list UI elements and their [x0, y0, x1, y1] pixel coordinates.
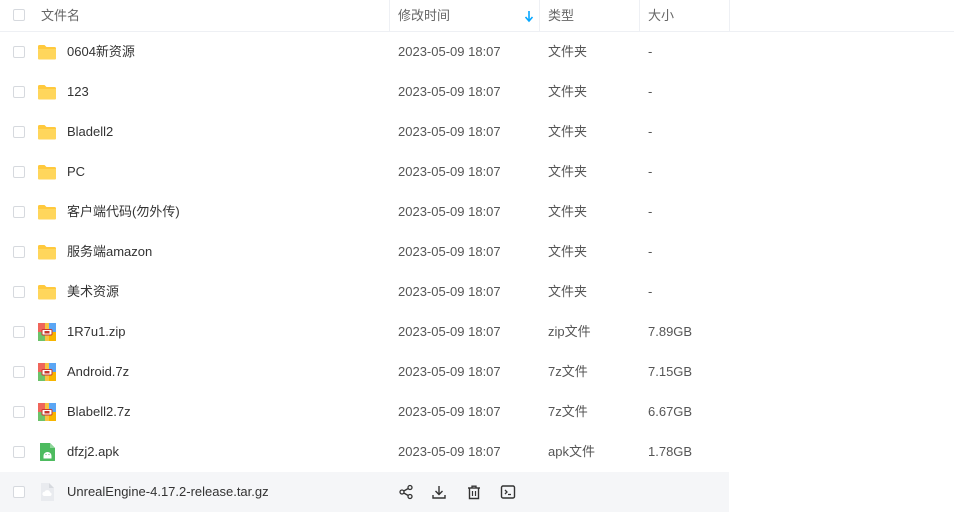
file-type: 文件夹	[548, 284, 588, 299]
file-name[interactable]: 1R7u1.zip	[67, 312, 126, 352]
table-row[interactable]: Bladell2 2023-05-09 18:07 文件夹 -	[0, 112, 954, 152]
file-type: 文件夹	[548, 44, 588, 59]
archive-icon	[37, 322, 57, 342]
file-name[interactable]: Android.7z	[67, 352, 129, 392]
modified-time: 2023-05-09 18:07	[398, 44, 501, 59]
file-name[interactable]: dfzj2.apk	[67, 432, 119, 472]
table-row[interactable]: PC 2023-05-09 18:07 文件夹 -	[0, 152, 954, 192]
row-checkbox[interactable]	[13, 486, 25, 498]
header-modified[interactable]: 修改时间	[398, 0, 450, 31]
folder-icon	[37, 282, 57, 302]
delete-icon[interactable]	[466, 484, 482, 500]
table-row[interactable]: 服务端amazon 2023-05-09 18:07 文件夹 -	[0, 232, 954, 272]
modified-time: 2023-05-09 18:07	[398, 324, 501, 339]
folder-icon	[37, 242, 57, 262]
file-name[interactable]: UnrealEngine-4.17.2-release.tar.gz	[67, 472, 269, 512]
file-type: 文件夹	[548, 244, 588, 259]
modified-time: 2023-05-09 18:07	[398, 284, 501, 299]
folder-icon	[37, 42, 57, 62]
row-checkbox[interactable]	[13, 326, 25, 338]
file-size: -	[648, 244, 653, 259]
archive-icon	[37, 362, 57, 382]
sort-descending-icon[interactable]	[524, 9, 534, 23]
column-divider[interactable]	[539, 0, 540, 31]
row-checkbox[interactable]	[13, 46, 25, 58]
table-row[interactable]: 美术资源 2023-05-09 18:07 文件夹 -	[0, 272, 954, 312]
modified-time: 2023-05-09 18:07	[398, 444, 501, 459]
column-divider[interactable]	[389, 0, 390, 31]
file-name[interactable]: 美术资源	[67, 272, 119, 312]
modified-time: 2023-05-09 18:07	[398, 404, 501, 419]
table-row[interactable]: Blabell2.7z 2023-05-09 18:07 7z文件 6.67GB	[0, 392, 954, 432]
file-name[interactable]: PC	[67, 152, 85, 192]
download-icon[interactable]	[431, 484, 447, 500]
share-icon[interactable]	[398, 484, 414, 500]
row-checkbox[interactable]	[13, 246, 25, 258]
file-type: 文件夹	[548, 124, 588, 139]
file-size: 6.67GB	[648, 404, 693, 419]
modified-time: 2023-05-09 18:07	[398, 204, 501, 219]
row-checkbox[interactable]	[13, 366, 25, 378]
file-name[interactable]: Bladell2	[67, 112, 113, 152]
table-row-hovered[interactable]: UnrealEngine-4.17.2-release.tar.gz	[0, 472, 729, 512]
modified-time: 2023-05-09 18:07	[398, 124, 501, 139]
file-type: 文件夹	[548, 164, 588, 179]
column-divider[interactable]	[729, 0, 730, 31]
header-size[interactable]: 大小	[648, 0, 674, 31]
column-divider[interactable]	[639, 0, 640, 31]
file-size: 7.15GB	[648, 364, 693, 379]
file-type: 7z文件	[548, 404, 588, 419]
table-header: 文件名 修改时间 类型 大小	[0, 0, 954, 32]
file-size: 7.89GB	[648, 324, 693, 339]
more-actions-icon[interactable]	[500, 484, 516, 500]
file-size: -	[648, 204, 653, 219]
folder-icon	[37, 162, 57, 182]
row-checkbox[interactable]	[13, 446, 25, 458]
row-checkbox[interactable]	[13, 166, 25, 178]
table-row[interactable]: Android.7z 2023-05-09 18:07 7z文件 7.15GB	[0, 352, 954, 392]
select-all-checkbox[interactable]	[13, 9, 25, 21]
header-type[interactable]: 类型	[548, 0, 574, 31]
file-type: 文件夹	[548, 84, 588, 99]
modified-time: 2023-05-09 18:07	[398, 164, 501, 179]
folder-icon	[37, 202, 57, 222]
file-type: zip文件	[548, 324, 591, 339]
file-size: -	[648, 124, 653, 139]
modified-time: 2023-05-09 18:07	[398, 84, 501, 99]
file-size: -	[648, 164, 653, 179]
cloud-file-icon	[37, 482, 57, 502]
file-type: 7z文件	[548, 364, 588, 379]
row-checkbox[interactable]	[13, 206, 25, 218]
folder-icon	[37, 82, 57, 102]
header-name[interactable]: 文件名	[41, 0, 80, 31]
table-row[interactable]: 1R7u1.zip 2023-05-09 18:07 zip文件 7.89GB	[0, 312, 954, 352]
file-name[interactable]: Blabell2.7z	[67, 392, 131, 432]
file-size: -	[648, 284, 653, 299]
file-name[interactable]: 客户端代码(勿外传)	[67, 192, 180, 232]
row-checkbox[interactable]	[13, 126, 25, 138]
file-list-table: 文件名 修改时间 类型 大小 0604新资源 2023-05-09 18:07 文件…	[0, 0, 954, 512]
table-row[interactable]: 客户端代码(勿外传) 2023-05-09 18:07 文件夹 -	[0, 192, 954, 232]
file-name[interactable]: 123	[67, 72, 89, 112]
file-name[interactable]: 0604新资源	[67, 32, 135, 72]
file-size: -	[648, 84, 653, 99]
row-checkbox[interactable]	[13, 86, 25, 98]
file-size: -	[648, 44, 653, 59]
file-size: 1.78GB	[648, 444, 693, 459]
file-type: apk文件	[548, 444, 595, 459]
row-checkbox[interactable]	[13, 286, 25, 298]
apk-icon	[37, 442, 57, 462]
file-type: 文件夹	[548, 204, 588, 219]
modified-time: 2023-05-09 18:07	[398, 364, 501, 379]
table-row[interactable]: 123 2023-05-09 18:07 文件夹 -	[0, 72, 954, 112]
table-row[interactable]: dfzj2.apk 2023-05-09 18:07 apk文件 1.78GB	[0, 432, 954, 472]
archive-icon	[37, 402, 57, 422]
file-name[interactable]: 服务端amazon	[67, 232, 152, 272]
modified-time: 2023-05-09 18:07	[398, 244, 501, 259]
folder-icon	[37, 122, 57, 142]
row-checkbox[interactable]	[13, 406, 25, 418]
table-row[interactable]: 0604新资源 2023-05-09 18:07 文件夹 -	[0, 32, 954, 72]
